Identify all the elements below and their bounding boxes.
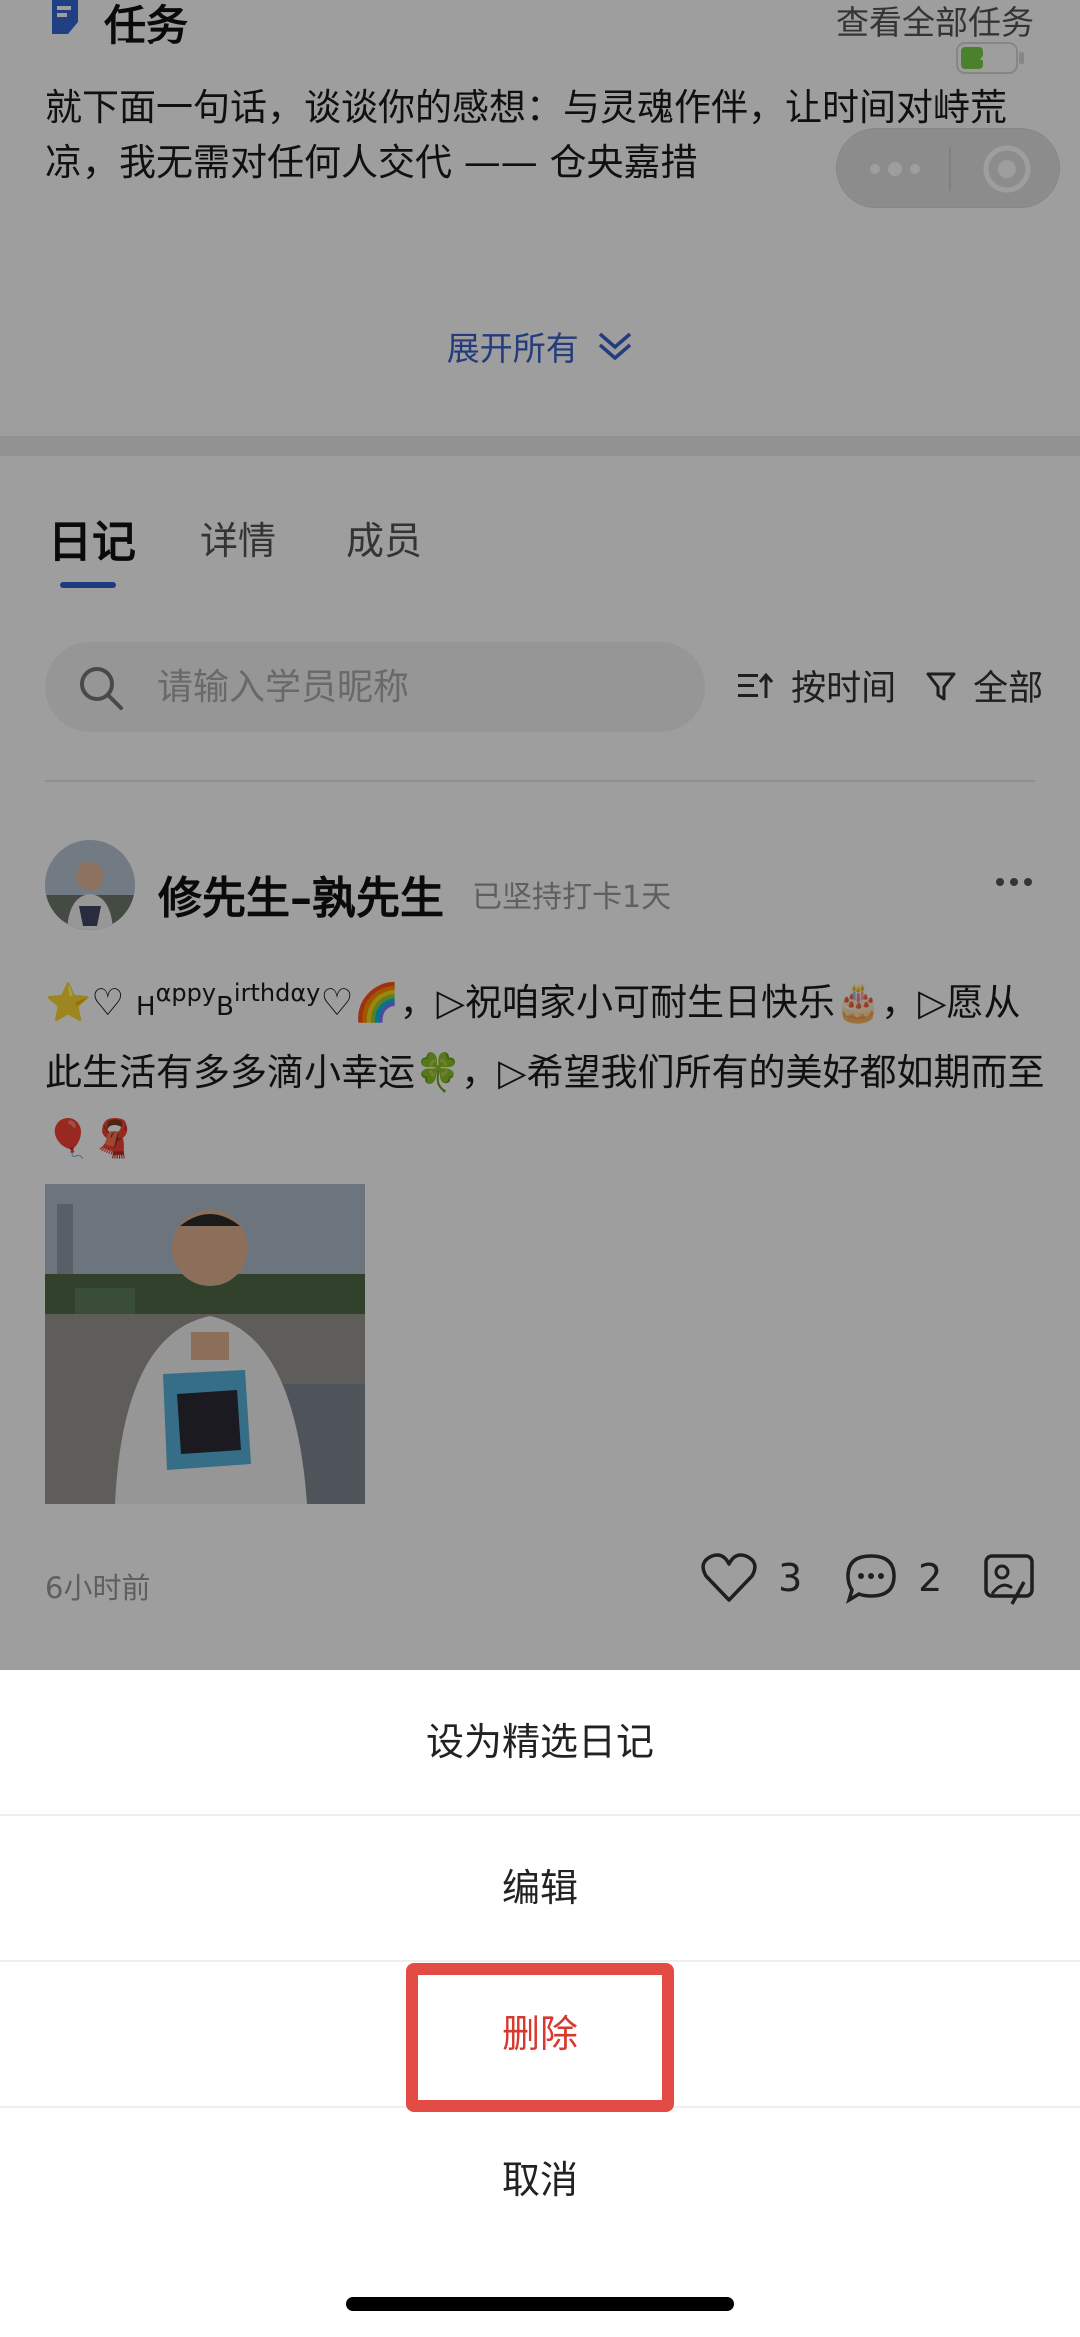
cancel-option[interactable]: 取消 bbox=[0, 2108, 1080, 2252]
page: 任务 查看全部任务 就下面一句话，谈谈你的感想：与灵魂作伴，让时间对峙荒凉，我无… bbox=[0, 0, 1080, 2337]
delete-highlight-box bbox=[406, 1963, 674, 2112]
home-indicator bbox=[346, 2297, 734, 2311]
edit-option[interactable]: 编辑 bbox=[0, 1816, 1080, 1960]
set-featured-diary-option[interactable]: 设为精选日记 bbox=[0, 1670, 1080, 1814]
